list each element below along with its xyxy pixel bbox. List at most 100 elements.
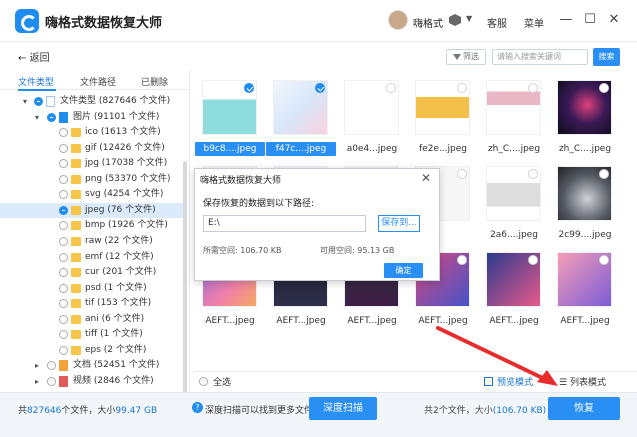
tree-checkbox[interactable] [59, 159, 68, 169]
tree-checkbox[interactable] [59, 205, 68, 215]
tree-node[interactable]: jpeg (76 个文件) [0, 202, 186, 218]
expand-right-icon[interactable]: ▸ [35, 374, 39, 389]
tab-deleted[interactable]: 已删除 [141, 75, 168, 88]
search-button[interactable]: 搜索 [593, 48, 620, 66]
browse-button[interactable]: 保存到... [378, 215, 420, 232]
file-thumbnail[interactable] [344, 80, 399, 135]
tree-checkbox[interactable] [59, 128, 68, 138]
maximize-button[interactable]: ☐ [580, 10, 600, 30]
file-checkbox[interactable] [599, 169, 609, 179]
tree-checkbox[interactable] [34, 97, 43, 106]
tree-node[interactable]: tif (153 个文件) [0, 296, 186, 311]
file-checkbox[interactable] [386, 83, 396, 93]
search-input[interactable]: 请输入搜索关键词 [492, 49, 588, 65]
username[interactable]: 嗨格式 [413, 15, 443, 30]
tree-checkbox[interactable] [59, 252, 68, 262]
tab-file-path[interactable]: 文件路径 [80, 75, 116, 88]
tree-node[interactable]: gif (12426 个文件) [0, 141, 186, 156]
select-all-checkbox[interactable]: 全选 [199, 375, 231, 388]
tab-file-type[interactable]: 文件类型 [18, 75, 57, 91]
tree-checkbox[interactable] [59, 236, 68, 246]
tree-node[interactable]: png (53370 个文件) [0, 172, 186, 187]
tree-node[interactable]: svg (4254 个文件) [0, 187, 186, 202]
file-checkbox[interactable] [599, 83, 609, 93]
menu-button[interactable]: 菜单 [524, 15, 544, 30]
tree-checkbox[interactable] [47, 361, 56, 371]
tree-checkbox[interactable] [59, 174, 68, 184]
file-name[interactable]: AEFT...jpeg [266, 314, 336, 328]
tree-checkbox[interactable] [59, 190, 68, 200]
ok-button[interactable]: 确定 [384, 263, 423, 278]
tree-node[interactable]: emf (12 个文件) [0, 250, 186, 265]
file-name[interactable]: zh_C....jpeg [479, 142, 549, 156]
minimize-button[interactable]: — [556, 10, 576, 30]
file-thumbnail[interactable] [486, 80, 541, 135]
file-name[interactable]: 2c99....jpeg [550, 228, 620, 242]
expand-down-icon[interactable]: ▾ [23, 94, 27, 109]
file-name[interactable]: a0e4...jpeg [337, 142, 407, 156]
tree-checkbox[interactable] [59, 221, 68, 231]
tree-node[interactable]: ▸ 视频 (2846 个文件) [0, 374, 186, 389]
file-thumbnail[interactable] [415, 80, 470, 135]
avatar[interactable] [388, 10, 408, 30]
file-thumbnail[interactable] [486, 252, 541, 307]
file-checkbox[interactable] [457, 255, 467, 265]
file-name[interactable]: 2a6....jpeg [479, 228, 549, 242]
file-thumbnail[interactable] [486, 166, 541, 221]
tree-checkbox[interactable] [47, 376, 56, 386]
tree-node[interactable]: ▾ 文件类型 (827646 个文件) [0, 94, 186, 109]
file-name[interactable]: AEFT...jpeg [195, 314, 265, 328]
file-thumbnail[interactable] [202, 80, 257, 135]
file-thumbnail[interactable] [557, 166, 612, 221]
tree-node[interactable]: ani (6 个文件) [0, 312, 186, 327]
chevron-down-icon[interactable]: ▼ [466, 14, 472, 23]
tree-node[interactable]: bmp (1926 个文件) [0, 218, 186, 233]
deep-scan-button[interactable]: 深度扫描 [309, 397, 377, 420]
file-name[interactable]: zh_C....jpeg [550, 142, 620, 156]
tree-checkbox[interactable] [47, 112, 56, 122]
tree-checkbox[interactable] [59, 268, 68, 278]
file-thumbnail[interactable] [273, 80, 328, 135]
save-path-input[interactable]: E:\ [203, 215, 366, 232]
tree-node[interactable]: psd (1 个文件) [0, 281, 186, 296]
tree-node[interactable]: jpg (17038 个文件) [0, 156, 186, 171]
tree-node[interactable]: raw (22 个文件) [0, 234, 186, 249]
close-button[interactable]: ✕ [604, 10, 624, 30]
tree-scrollbar[interactable] [183, 161, 187, 399]
tree-checkbox[interactable] [59, 283, 68, 293]
list-mode-button[interactable]: ☰ 列表模式 [559, 375, 606, 388]
file-name[interactable]: AEFT...jpeg [337, 314, 407, 328]
filter-button[interactable]: 筛选 [446, 49, 486, 65]
tree-node[interactable]: ▾ 图片 (91101 个文件) [0, 110, 186, 125]
tree-checkbox[interactable] [59, 314, 68, 324]
file-checkbox[interactable] [457, 83, 467, 93]
file-checkbox[interactable] [528, 83, 538, 93]
expand-right-icon[interactable]: ▸ [35, 358, 39, 373]
tree-node[interactable]: tiff (1 个文件) [0, 327, 186, 342]
file-checkbox[interactable] [244, 83, 254, 93]
file-name[interactable]: fe2e...jpeg [408, 142, 478, 156]
recover-button[interactable]: 恢复 [548, 397, 620, 420]
select-all-radio [199, 377, 208, 386]
service-button[interactable]: 客服 [487, 15, 507, 30]
tree-checkbox[interactable] [59, 299, 68, 309]
tree-node[interactable]: cur (201 个文件) [0, 265, 186, 280]
tree-node[interactable]: ▸ 文档 (52451 个文件) [0, 358, 186, 373]
tree-node[interactable]: eps (2 个文件) [0, 343, 186, 358]
file-checkbox[interactable] [599, 255, 609, 265]
file-checkbox[interactable] [528, 255, 538, 265]
tree-checkbox[interactable] [59, 330, 68, 340]
back-button[interactable]: ← 返回 [18, 49, 50, 64]
dialog-close-icon[interactable]: ✕ [421, 171, 431, 185]
file-name[interactable]: b9c8....jpeg [195, 142, 265, 156]
file-checkbox[interactable] [528, 169, 538, 179]
file-checkbox[interactable] [457, 169, 467, 179]
tree-checkbox[interactable] [59, 143, 68, 153]
expand-down-icon[interactable]: ▾ [35, 110, 39, 125]
file-name[interactable]: f47c....jpeg [266, 142, 336, 156]
file-checkbox[interactable] [315, 83, 325, 93]
tree-checkbox[interactable] [59, 345, 68, 355]
tree-node[interactable]: ico (1613 个文件) [0, 125, 186, 140]
file-thumbnail[interactable] [557, 80, 612, 135]
file-thumbnail[interactable] [557, 252, 612, 307]
